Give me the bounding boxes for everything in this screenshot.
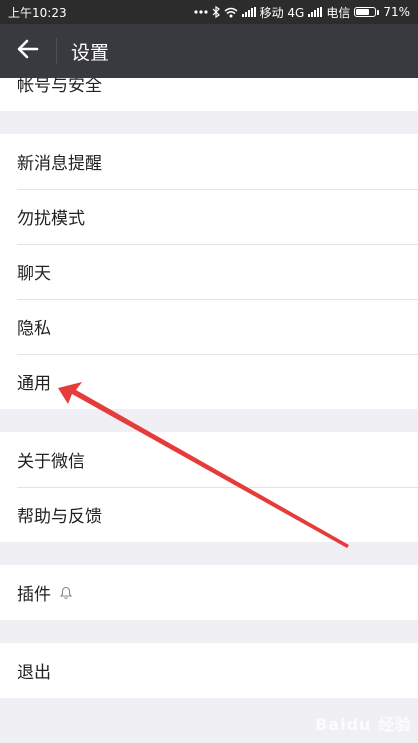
settings-item-label: 通用	[17, 374, 51, 394]
group-divider	[0, 111, 418, 134]
settings-item-label: 帮助与反馈	[17, 507, 102, 527]
settings-item-label: 隐私	[17, 319, 51, 339]
battery-icon	[354, 7, 380, 17]
title-divider	[56, 38, 57, 64]
plugin-badge-icon	[59, 586, 73, 600]
settings-item-do-not-disturb[interactable]: 勿扰模式	[0, 189, 418, 244]
settings-item-chat[interactable]: 聊天	[0, 244, 418, 299]
settings-item-logout[interactable]: 退出	[0, 643, 418, 698]
settings-item-label: 聊天	[17, 264, 51, 284]
settings-item-plugins[interactable]: 插件	[0, 565, 418, 620]
carrier-2-label: 电信	[326, 5, 351, 20]
back-button[interactable]	[0, 24, 56, 78]
title-bar: 设置	[0, 24, 418, 78]
settings-item-label: 关于微信	[17, 452, 85, 472]
settings-group-info: 关于微信 帮助与反馈	[0, 432, 418, 542]
settings-item-label: 勿扰模式	[17, 209, 85, 229]
status-bar: 上午10:23 移动 4G 电信 71%	[0, 0, 418, 24]
signal-icon	[308, 7, 323, 17]
wifi-icon	[224, 7, 238, 18]
more-dots-icon	[193, 10, 208, 14]
settings-item-account-security[interactable]: 帐号与安全	[0, 78, 418, 111]
page-title: 设置	[71, 41, 110, 64]
settings-group-plugins: 插件	[0, 565, 418, 620]
bluetooth-icon	[212, 6, 220, 18]
settings-item-about[interactable]: 关于微信	[0, 432, 418, 487]
settings-item-label: 帐号与安全	[17, 78, 102, 96]
settings-group-account: 帐号与安全	[0, 78, 418, 111]
settings-item-privacy[interactable]: 隐私	[0, 299, 418, 354]
settings-list: 帐号与安全 新消息提醒 勿扰模式 聊天 隐私 通用 关于微信 帮助与反馈 插件	[0, 78, 418, 698]
arrow-left-icon	[17, 39, 39, 63]
settings-item-help-feedback[interactable]: 帮助与反馈	[0, 487, 418, 542]
settings-item-general[interactable]: 通用	[0, 354, 418, 409]
signal-icon	[241, 7, 256, 17]
settings-item-new-message[interactable]: 新消息提醒	[0, 134, 418, 189]
settings-group-main: 新消息提醒 勿扰模式 聊天 隐私 通用	[0, 134, 418, 409]
group-divider	[0, 620, 418, 643]
status-time: 上午10:23	[8, 5, 67, 20]
settings-item-label: 新消息提醒	[17, 154, 102, 174]
battery-percent: 71%	[383, 5, 410, 19]
carrier-1-label: 移动 4G	[259, 5, 305, 20]
settings-item-label: 插件	[17, 585, 51, 605]
group-divider	[0, 542, 418, 565]
settings-item-label: 退出	[17, 663, 51, 683]
watermark: Baidu 经验	[315, 715, 412, 734]
group-divider	[0, 409, 418, 432]
settings-group-logout: 退出	[0, 643, 418, 698]
